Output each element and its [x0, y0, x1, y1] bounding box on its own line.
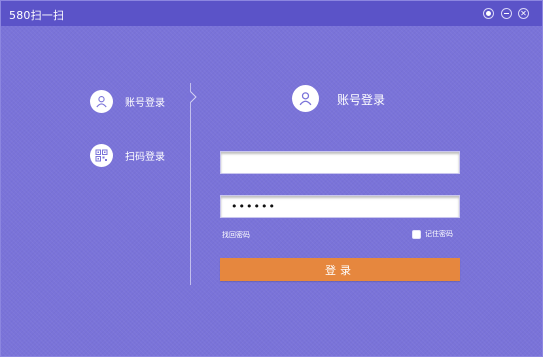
remember-checkbox[interactable]: [412, 229, 421, 239]
settings-icon: [486, 11, 491, 16]
sidebar-item-scan-login[interactable]: 扫码登录: [90, 143, 165, 167]
remember-label: 记住密码: [425, 230, 453, 238]
user-icon: [90, 89, 113, 113]
close-button[interactable]: ✕: [518, 8, 529, 19]
password-input[interactable]: [220, 195, 460, 218]
sidebar-item-account-login[interactable]: 账号登录: [90, 89, 165, 113]
username-input[interactable]: [220, 151, 460, 174]
remember-password[interactable]: 记住密码: [412, 229, 453, 239]
settings-button[interactable]: [483, 8, 494, 19]
chevron-right-icon: [185, 91, 197, 103]
user-icon: [292, 85, 319, 112]
sidebar-item-label: 账号登录: [125, 97, 165, 109]
form-title: 账号登录: [337, 93, 386, 107]
minimize-button[interactable]: [501, 8, 512, 19]
qr-code-icon: [90, 143, 113, 167]
find-password-link[interactable]: 找回密码: [222, 230, 250, 240]
divider: [190, 83, 191, 285]
login-button[interactable]: 登录: [220, 258, 460, 281]
window-title: 580扫一扫: [9, 9, 65, 22]
login-window: 580扫一扫 ✕ 账号登录 扫码登录 账号登录 •••••• 找回密码 记住密码…: [0, 0, 543, 357]
close-icon: ✕: [520, 8, 527, 18]
title-bar[interactable]: 580扫一扫 ✕: [1, 1, 542, 26]
sidebar-item-label: 扫码登录: [125, 151, 165, 163]
minimize-icon: [504, 13, 509, 14]
